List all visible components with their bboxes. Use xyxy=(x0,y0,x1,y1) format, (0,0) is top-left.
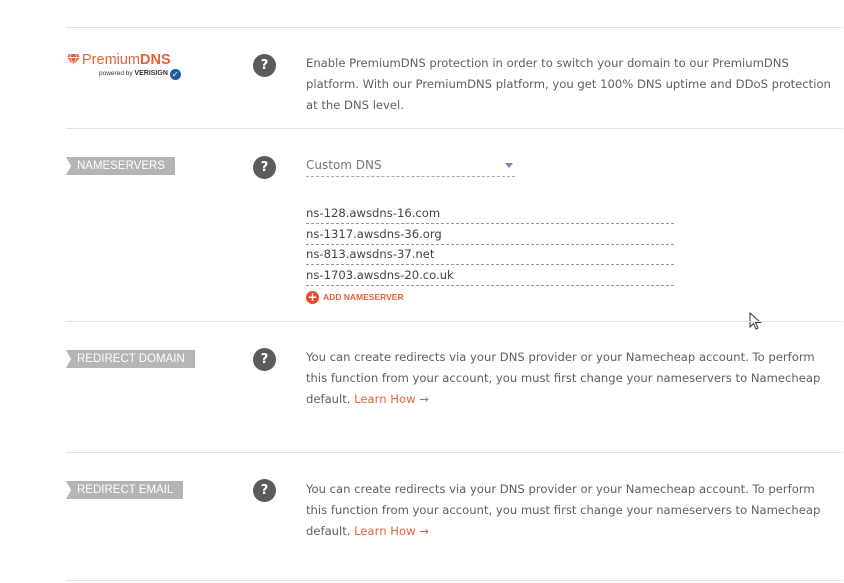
powered-by-verisign: powered by VERISIGN ✓ xyxy=(99,69,181,80)
divider xyxy=(66,321,843,322)
divider xyxy=(66,452,843,453)
divider xyxy=(66,580,843,581)
redirect-domain-help-icon[interactable]: ? xyxy=(253,348,276,371)
nameservers-label: NAMESERVERS xyxy=(66,157,175,175)
premiumdns-logo-wordmark: PremiumDNS xyxy=(67,52,171,68)
add-nameserver-label: ADD NAMESERVER xyxy=(323,292,404,302)
redirect-domain-learn-how-link[interactable]: Learn How → xyxy=(354,392,429,406)
dns-type-value: Custom DNS xyxy=(306,158,382,172)
nameserver-input-3[interactable]: ns-813.awsdns-37.net xyxy=(306,246,674,265)
premiumdns-description: Enable PremiumDNS protection in order to… xyxy=(306,56,831,112)
premiumdns-logo: PremiumDNS powered by VERISIGN ✓ xyxy=(67,52,197,80)
redirect-domain-description: You can create redirects via your DNS pr… xyxy=(306,347,836,410)
gem-icon xyxy=(67,54,80,65)
add-nameserver-button[interactable]: + ADD NAMESERVER xyxy=(306,290,404,305)
nameservers-help-icon[interactable]: ? xyxy=(253,156,276,179)
logo-text-bold: DNS xyxy=(140,52,171,68)
nameserver-input-4[interactable]: ns-1703.awsdns-20.co.uk xyxy=(306,267,674,286)
redirect-domain-label: REDIRECT DOMAIN xyxy=(66,350,195,368)
chevron-down-icon xyxy=(505,163,513,168)
plus-icon: + xyxy=(306,290,319,305)
nameserver-input-2[interactable]: ns-1317.awsdns-36.org xyxy=(306,226,674,245)
verisign-text: VERISIGN xyxy=(134,70,168,77)
divider xyxy=(66,27,843,28)
redirect-email-learn-how-link[interactable]: Learn How → xyxy=(354,524,429,538)
nameserver-input-1[interactable]: ns-128.awsdns-16.com xyxy=(306,205,674,224)
redirect-email-help-icon[interactable]: ? xyxy=(253,479,276,502)
powered-by-text: powered by xyxy=(99,70,133,77)
premiumdns-help-icon[interactable]: ? xyxy=(253,54,276,77)
dns-type-select[interactable]: Custom DNS xyxy=(306,157,515,177)
divider xyxy=(66,128,843,129)
verisign-check-icon: ✓ xyxy=(169,69,181,80)
redirect-email-label: REDIRECT EMAIL xyxy=(66,481,184,499)
redirect-email-description: You can create redirects via your DNS pr… xyxy=(306,479,836,542)
domain-settings-panel: PremiumDNS powered by VERISIGN ✓ ? Enable… xyxy=(0,0,844,583)
logo-text-normal: Premium xyxy=(82,52,141,68)
